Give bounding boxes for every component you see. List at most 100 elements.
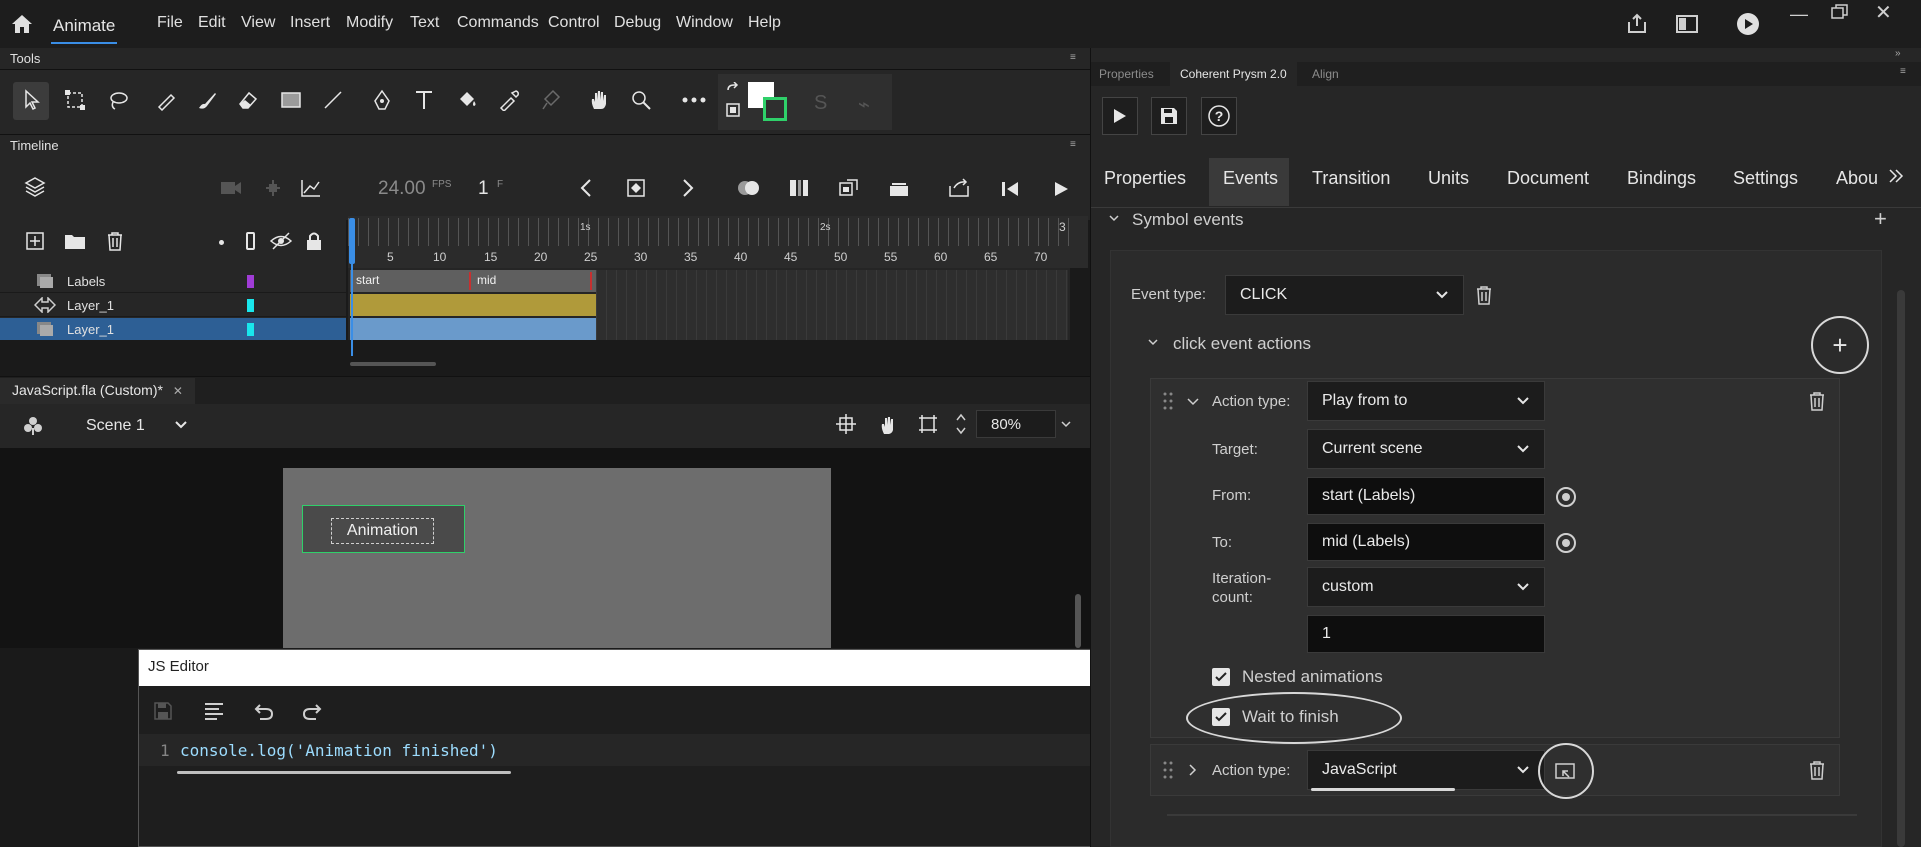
scene-icon[interactable] [22, 415, 44, 437]
add-action-button[interactable]: + [1811, 316, 1869, 374]
playhead-handle[interactable] [349, 218, 355, 264]
camera-icon[interactable] [220, 180, 242, 196]
selection-tool-icon[interactable] [18, 86, 46, 114]
save-icon[interactable] [154, 702, 172, 720]
collapse-symbol-events-icon[interactable] [1108, 214, 1120, 222]
panel-options-icon[interactable]: ≡ [1900, 66, 1906, 77]
lock-all-icon[interactable] [306, 231, 322, 251]
edit-multiple-frames-icon[interactable] [788, 178, 810, 198]
menu-view[interactable]: View [241, 14, 275, 32]
zoom-dropdown-icon[interactable] [1060, 420, 1072, 428]
text-tool-icon[interactable] [410, 86, 438, 114]
nav-tabs-overflow-icon[interactable] [1888, 166, 1904, 186]
pen-tool-icon[interactable] [368, 86, 396, 114]
redo-icon[interactable] [302, 702, 324, 720]
layer-color-swatch[interactable] [247, 275, 254, 288]
menu-modify[interactable]: Modify [346, 14, 393, 32]
menu-file[interactable]: File [157, 14, 183, 32]
pin-tool-icon[interactable] [536, 86, 564, 114]
scene-dropdown-icon[interactable] [174, 420, 188, 430]
add-event-icon[interactable]: + [1874, 206, 1887, 232]
open-js-editor-button[interactable] [1538, 743, 1594, 799]
new-layer-icon[interactable] [26, 232, 44, 250]
smooth-icon[interactable]: ⌁ [858, 92, 870, 117]
menu-debug[interactable]: Debug [614, 14, 661, 32]
collapse-panel-icon[interactable]: » [1895, 48, 1901, 59]
panel-tab-properties[interactable]: Properties [1099, 67, 1154, 81]
export-icon[interactable] [948, 178, 972, 198]
from-field[interactable]: start (Labels) [1307, 477, 1545, 515]
labels-frame-span[interactable] [350, 270, 596, 292]
save-settings-button[interactable] [1151, 97, 1187, 135]
layers-icon[interactable] [24, 176, 46, 198]
close-tab-icon[interactable]: ✕ [173, 384, 183, 398]
scene-name[interactable]: Scene 1 [86, 417, 145, 435]
animation-button-text[interactable]: Animation [331, 518, 434, 544]
outline-icon[interactable] [246, 232, 255, 250]
step-back-icon[interactable] [1000, 180, 1020, 198]
rectangle-tool-icon[interactable] [277, 86, 305, 114]
layer-color-swatch[interactable] [247, 299, 254, 312]
expand-action-icon[interactable] [1188, 763, 1198, 777]
swap-colors-icon[interactable] [725, 82, 743, 118]
nav-tab-properties[interactable]: Properties [1104, 168, 1186, 189]
code-editor-text[interactable]: console.log('Animation finished') [180, 741, 498, 760]
nav-tab-transition[interactable]: Transition [1312, 168, 1390, 189]
layer-row-labels[interactable]: Labels [0, 270, 346, 293]
zoom-stepper-icon[interactable] [955, 410, 967, 438]
loop-icon[interactable] [888, 180, 910, 198]
share-icon[interactable] [1626, 13, 1648, 35]
current-frame-value[interactable]: 1 [478, 178, 489, 200]
nav-tab-events[interactable]: Events [1223, 168, 1278, 189]
pencil-tool-icon[interactable] [152, 86, 180, 114]
help-button[interactable]: ? [1201, 97, 1237, 135]
pick-label-icon[interactable] [1555, 486, 1577, 508]
nav-tab-settings[interactable]: Settings [1733, 168, 1798, 189]
snap-icon[interactable]: S [814, 92, 827, 115]
js-editor-titlebar[interactable] [139, 650, 1161, 686]
fps-value[interactable]: 24.00 [378, 178, 426, 200]
drag-handle-icon[interactable] [1163, 761, 1173, 779]
menu-text[interactable]: Text [410, 14, 439, 32]
menu-help[interactable]: Help [748, 14, 781, 32]
preview-play-button[interactable] [1102, 97, 1138, 135]
nav-tab-about[interactable]: Abou [1836, 168, 1878, 189]
action-type-dropdown[interactable]: Play from to [1307, 381, 1545, 421]
test-movie-icon[interactable] [1736, 12, 1760, 36]
home-icon[interactable] [10, 12, 34, 36]
play-timeline-icon[interactable] [1052, 180, 1070, 198]
action-type-dropdown-js[interactable]: JavaScript [1307, 750, 1545, 790]
insert-keyframe-icon[interactable] [626, 178, 648, 198]
snap-to-stage-icon[interactable] [836, 414, 856, 434]
convert-to-symbol-icon[interactable] [838, 178, 860, 198]
line-tool-icon[interactable] [319, 86, 347, 114]
timeline-menu-icon[interactable]: ≡ [1070, 139, 1076, 150]
zoom-input[interactable]: 80% [976, 410, 1056, 438]
iteration-count-dropdown[interactable]: custom [1307, 567, 1545, 607]
layer-row-layer1-b[interactable]: Layer_1 [0, 318, 346, 341]
more-tools-icon[interactable] [680, 86, 708, 114]
menu-control[interactable]: Control [548, 14, 600, 32]
graph-icon[interactable] [300, 178, 322, 198]
iteration-count-input[interactable]: 1 [1307, 615, 1545, 653]
collapse-actions-icon[interactable] [1147, 338, 1159, 346]
hide-all-icon[interactable] [270, 232, 292, 250]
eraser-tool-icon[interactable] [234, 86, 262, 114]
clip-stage-icon[interactable] [918, 414, 938, 434]
zoom-tool-icon[interactable] [627, 86, 655, 114]
workspace-icon[interactable] [1676, 14, 1698, 34]
fill-color-swatch[interactable] [763, 97, 787, 121]
timeline-scrollbar[interactable] [350, 362, 436, 366]
layer1-frames-span[interactable] [350, 318, 596, 340]
delete-layer-icon[interactable] [106, 231, 124, 251]
drag-handle-icon[interactable] [1163, 392, 1173, 410]
restore-icon[interactable] [1830, 3, 1850, 21]
minimize-icon[interactable]: — [1790, 4, 1808, 25]
nested-animations-checkbox[interactable] [1212, 668, 1230, 686]
menu-insert[interactable]: Insert [290, 14, 330, 32]
panel-tab-align[interactable]: Align [1312, 67, 1339, 81]
to-field[interactable]: mid (Labels) [1307, 523, 1545, 561]
paint-bucket-tool-icon[interactable] [453, 86, 481, 114]
document-tab[interactable]: JavaScript.fla (Custom)* ✕ [0, 378, 195, 404]
rotate-stage-icon[interactable] [876, 414, 900, 436]
